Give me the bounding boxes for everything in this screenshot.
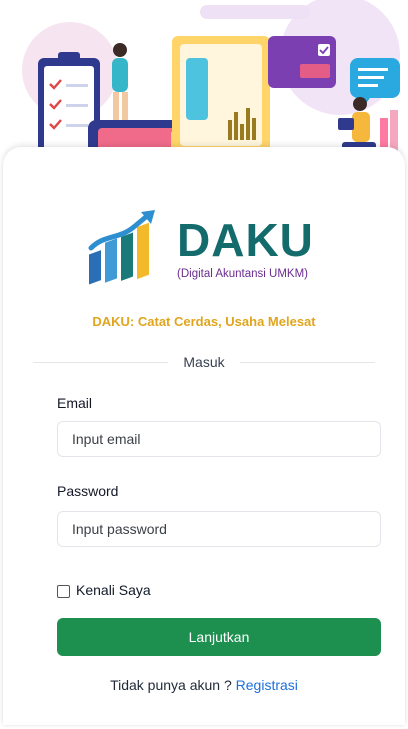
remember-checkbox[interactable] <box>57 585 70 598</box>
logo-bars-icon <box>88 210 155 285</box>
email-input[interactable] <box>57 421 381 457</box>
password-label: Password <box>57 483 119 499</box>
tagline: DAKU: Catat Cerdas, Usaha Melesat <box>92 314 316 329</box>
email-label: Email <box>57 395 93 411</box>
register-link[interactable]: Registrasi <box>236 677 298 693</box>
register-prompt-text: Tidak punya akun ? <box>110 677 232 693</box>
password-input[interactable] <box>57 511 381 547</box>
login-card: DAKU (Digital Akuntansi UMKM) DAKU: Cata… <box>3 147 405 725</box>
divider-line-right <box>240 362 375 363</box>
daku-logo: DAKU (Digital Akuntansi UMKM) <box>85 206 345 290</box>
remember-me[interactable]: Kenali Saya <box>57 582 151 598</box>
section-divider: Masuk <box>33 352 375 372</box>
brand-subtitle: (Digital Akuntansi UMKM) <box>177 268 309 280</box>
brand-name: DAKU <box>177 214 314 266</box>
remember-label: Kenali Saya <box>76 582 151 598</box>
register-prompt: Tidak punya akun ? Registrasi <box>3 677 405 693</box>
continue-button[interactable]: Lanjutkan <box>57 618 381 656</box>
